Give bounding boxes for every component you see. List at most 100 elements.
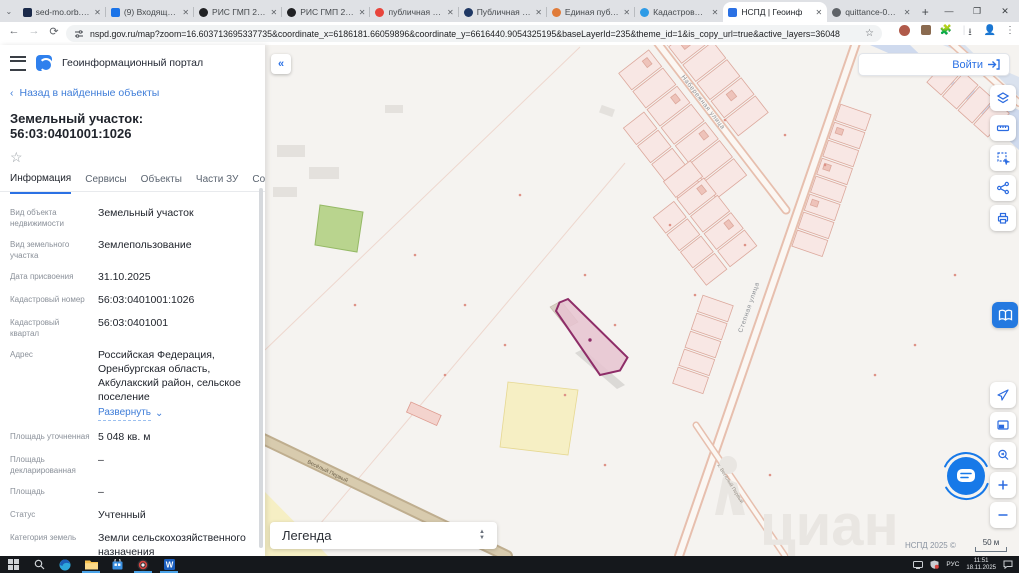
tab-close-icon[interactable]: ✕	[271, 8, 278, 17]
tab-objects[interactable]: Объекты	[141, 174, 182, 193]
login-icon	[988, 59, 1000, 70]
nspd-favicon	[728, 7, 738, 17]
favorite-star-icon[interactable]: ☆	[0, 141, 265, 166]
browser-tab[interactable]: публичная када✕	[369, 2, 458, 22]
menu-hamburger-icon[interactable]	[10, 55, 26, 71]
browser-tab[interactable]: Публичная када✕	[457, 2, 547, 22]
bookmark-star-icon[interactable]: ☆	[865, 28, 874, 39]
word-icon[interactable]: W	[156, 556, 182, 573]
file-explorer-icon[interactable]	[78, 556, 104, 573]
tab-parts[interactable]: Части ЗУ	[196, 174, 238, 193]
panel-scrollbar[interactable]	[259, 188, 263, 548]
selected-parcel[interactable]	[554, 297, 629, 377]
taskbar-clock[interactable]: 11:51 18.11.2025	[966, 558, 996, 572]
tab-services[interactable]: Сервисы	[85, 174, 126, 193]
ms-store-icon[interactable]	[104, 556, 130, 573]
cast-screen-icon[interactable]	[913, 560, 924, 569]
my-location-button[interactable]	[990, 382, 1016, 408]
open-book-icon	[998, 309, 1012, 321]
measure-button[interactable]	[990, 115, 1016, 141]
tab-close-icon[interactable]: ✕	[712, 8, 719, 17]
profile-avatar[interactable]	[896, 25, 912, 39]
location-arrow-icon	[997, 389, 1009, 401]
panel-collapse-button[interactable]: «	[271, 54, 291, 74]
sidebar-icon[interactable]	[918, 25, 934, 38]
chevron-left-icon: ‹	[10, 87, 14, 99]
map-svg: циан Набережная улица Степная улица Весё…	[265, 45, 1019, 556]
select-area-button[interactable]	[990, 145, 1016, 171]
tab-search-icon[interactable]: ⌄	[0, 0, 18, 22]
browser-tab[interactable]: (9) Входящие —✕	[104, 2, 194, 22]
edge-icon[interactable]	[52, 556, 78, 573]
zoom-in-button[interactable]	[990, 472, 1016, 498]
clock-date: 18.11.2025	[966, 564, 996, 571]
site-settings-icon[interactable]	[74, 29, 84, 39]
minimize-button[interactable]: —	[935, 0, 963, 22]
legend-label: Легенда	[282, 528, 332, 543]
tab-information[interactable]: Информация	[10, 173, 72, 194]
layers-button[interactable]	[990, 85, 1016, 111]
tab-close-icon[interactable]: ✕	[904, 8, 911, 17]
back-icon[interactable]: ←	[6, 25, 22, 37]
language-indicator[interactable]: РУС	[946, 561, 959, 568]
browser-tab[interactable]: sed-mo.orb.ru/cr✕	[18, 2, 106, 22]
new-tab-button[interactable]: +	[915, 2, 935, 22]
assistant-button[interactable]	[992, 302, 1018, 328]
field-row: Вид объекта недвижимости Земельный участо…	[10, 207, 194, 228]
browser-tab[interactable]: РИС ГМП 2 (beta)✕	[281, 2, 370, 22]
legend-bar[interactable]: Легенда ▲ ▼	[270, 522, 497, 549]
tab-close-icon[interactable]: ✕	[359, 8, 366, 17]
menu-kebab-icon[interactable]: ⋮	[1002, 25, 1018, 36]
globe-favicon	[832, 7, 842, 17]
browser-tab[interactable]: Единая публичн✕	[545, 2, 635, 22]
share-button[interactable]	[990, 175, 1016, 201]
tab-close-icon[interactable]: ✕	[535, 8, 542, 17]
taskbar-search-icon[interactable]	[26, 556, 52, 573]
maximize-button[interactable]: ❐	[963, 0, 991, 22]
print-button[interactable]	[990, 205, 1016, 231]
green-parcel[interactable]	[314, 204, 364, 253]
user-icon[interactable]: 👤	[982, 25, 998, 36]
zoom-out-button[interactable]	[990, 502, 1016, 528]
field-row: Статус Учтенный	[10, 509, 146, 521]
browser-tab[interactable]: quittance-02102✕	[827, 2, 915, 22]
browser-tab-active[interactable]: НСПД | Геоинф ✕	[723, 2, 828, 22]
browser-tab[interactable]: РИС ГМП 2 (beta)✕	[193, 2, 282, 22]
buildings	[273, 104, 615, 197]
minus-icon	[998, 514, 1008, 516]
search-area-button[interactable]	[990, 442, 1016, 468]
svg-text:циан: циан	[760, 493, 899, 556]
browser-app-icon[interactable]	[130, 556, 156, 573]
tab-close-icon[interactable]: ✕	[94, 8, 101, 17]
tab-close-icon[interactable]: ✕	[816, 8, 823, 17]
browser-tab[interactable]: Кадастровая кар✕	[634, 2, 723, 22]
close-button[interactable]: ✕	[991, 0, 1019, 22]
url-text[interactable]: nspd.gov.ru/map?zoom=16.603713695337735&…	[90, 29, 859, 39]
reload-icon[interactable]: ⟳	[46, 25, 62, 38]
field-row: Дата присвоения 31.10.2025	[10, 271, 151, 283]
expand-address-link[interactable]: Развернуть ⌄	[98, 406, 253, 421]
notification-icon[interactable]	[1003, 560, 1013, 569]
back-to-results-link[interactable]: ‹ Назад в найденные объекты	[0, 75, 265, 99]
extensions-puzzle-icon[interactable]: 🧩	[938, 25, 954, 36]
map-canvas[interactable]: циан Набережная улица Степная улица Весё…	[265, 45, 1019, 556]
browser-tab-strip: ⌄ sed-mo.orb.ru/cr✕ (9) Входящие —✕ РИС …	[0, 0, 1019, 22]
tab-close-icon[interactable]: ✕	[182, 8, 189, 17]
downloads-icon[interactable]: ⭳	[962, 25, 978, 42]
yellow-parcel[interactable]	[499, 381, 579, 456]
legend-collapse-icon[interactable]: ▲ ▼	[479, 529, 485, 541]
minimap-button[interactable]	[990, 412, 1016, 438]
start-button[interactable]	[0, 556, 26, 573]
svg-text:W: W	[165, 561, 173, 570]
tab-close-icon[interactable]: ✕	[623, 8, 630, 17]
orange-favicon	[551, 7, 561, 17]
address-bar[interactable]: nspd.gov.ru/map?zoom=16.603713695337735&…	[66, 25, 882, 42]
plus-icon	[998, 480, 1008, 490]
chat-fab[interactable]	[941, 451, 991, 501]
parcel-title: Земельный участок: 56:03:0401001:1026	[10, 111, 144, 141]
small-parcel	[405, 401, 442, 426]
forward-icon[interactable]: →	[26, 25, 42, 37]
login-button[interactable]: Войти	[858, 53, 1010, 76]
defender-icon[interactable]	[930, 560, 940, 569]
tab-close-icon[interactable]: ✕	[447, 8, 454, 17]
